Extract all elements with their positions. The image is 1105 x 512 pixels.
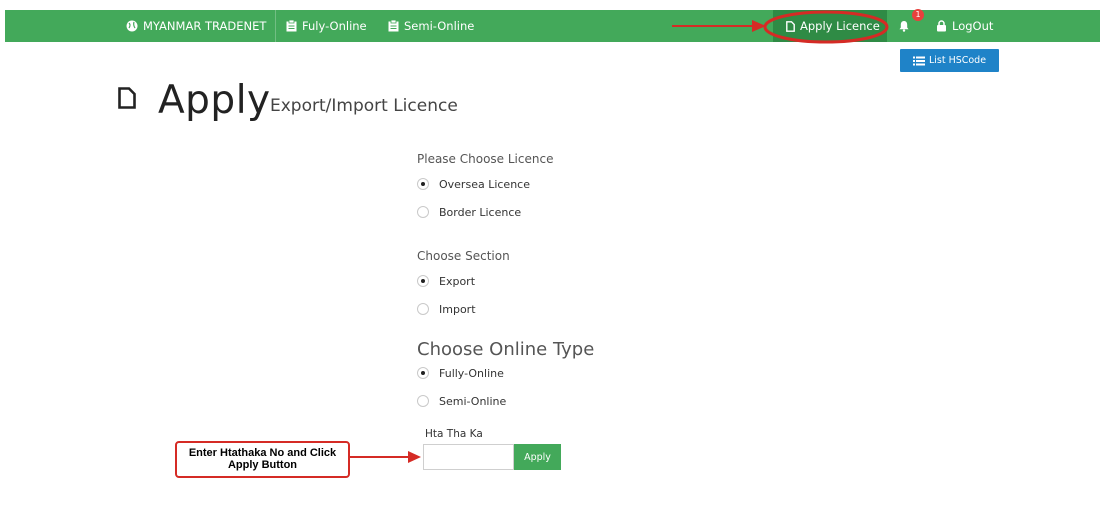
page-title: Apply — [158, 78, 271, 123]
radio-button[interactable] — [417, 367, 429, 379]
brand-label: MYANMAR TRADENET — [143, 19, 267, 33]
radio-semi-online[interactable]: Semi-Online — [417, 393, 506, 409]
lock-icon — [937, 20, 946, 32]
radio-label: Export — [439, 274, 476, 288]
clipboard-icon — [388, 20, 399, 32]
radio-label: Oversea Licence — [439, 177, 530, 191]
document-icon — [118, 87, 136, 109]
nav-semi-online[interactable]: Semi-Online — [388, 10, 474, 42]
radio-border-licence[interactable]: Border Licence — [417, 204, 521, 220]
nav-fully-online[interactable]: Fuly-Online — [286, 10, 367, 42]
brand-link[interactable]: MYANMAR TRADENET — [126, 10, 266, 42]
radio-button[interactable] — [417, 395, 429, 407]
nav-divider — [275, 10, 276, 42]
radio-button[interactable] — [417, 178, 429, 190]
radio-fully-online[interactable]: Fully-Online — [417, 365, 504, 381]
radio-export[interactable]: Export — [417, 273, 475, 289]
annotation-callout: Enter Htathaka No and Click Apply Button — [175, 441, 350, 478]
page-subtitle: Export/Import Licence — [270, 96, 458, 116]
radio-oversea-licence[interactable]: Oversea Licence — [417, 176, 530, 192]
annotation-highlight-ellipse — [763, 10, 889, 44]
radio-label: Fully-Online — [439, 366, 504, 380]
annotation-arrow-top — [672, 20, 766, 32]
list-icon — [912, 56, 925, 65]
hta-tha-ka-label: Hta Tha Ka — [425, 428, 483, 440]
radio-button[interactable] — [417, 206, 429, 218]
radio-import[interactable]: Import — [417, 301, 476, 317]
annotation-arrow-bottom — [350, 451, 421, 463]
top-navbar: MYANMAR TRADENET Fuly-Online Semi-Online… — [5, 9, 1100, 42]
annotation-line-2: Apply Button — [227, 459, 298, 471]
clipboard-icon — [286, 20, 297, 32]
online-type-group-label: Choose Online Type — [417, 339, 595, 360]
logout-link[interactable]: LogOut — [936, 10, 993, 42]
radio-label: Border Licence — [439, 205, 522, 219]
globe-icon — [126, 20, 138, 32]
list-hscode-button[interactable]: List HSCode — [900, 49, 999, 72]
apply-button[interactable]: Apply — [514, 444, 561, 470]
annotation-line-1: Enter Htathaka No and Click — [188, 447, 337, 459]
radio-label: Semi-Online — [439, 394, 507, 408]
notification-badge: 1 — [912, 9, 924, 21]
nav-semi-online-label: Semi-Online — [404, 19, 475, 33]
section-group-label: Choose Section — [417, 249, 510, 263]
nav-fully-online-label: Fuly-Online — [302, 19, 367, 33]
bell-icon — [899, 21, 909, 32]
logout-label: LogOut — [952, 19, 994, 33]
hta-tha-ka-input[interactable] — [423, 444, 514, 470]
radio-button[interactable] — [417, 275, 429, 287]
licence-group-label: Please Choose Licence — [417, 152, 554, 166]
radio-button[interactable] — [417, 303, 429, 315]
radio-label: Import — [439, 302, 476, 316]
list-hscode-label: List HSCode — [928, 55, 987, 66]
